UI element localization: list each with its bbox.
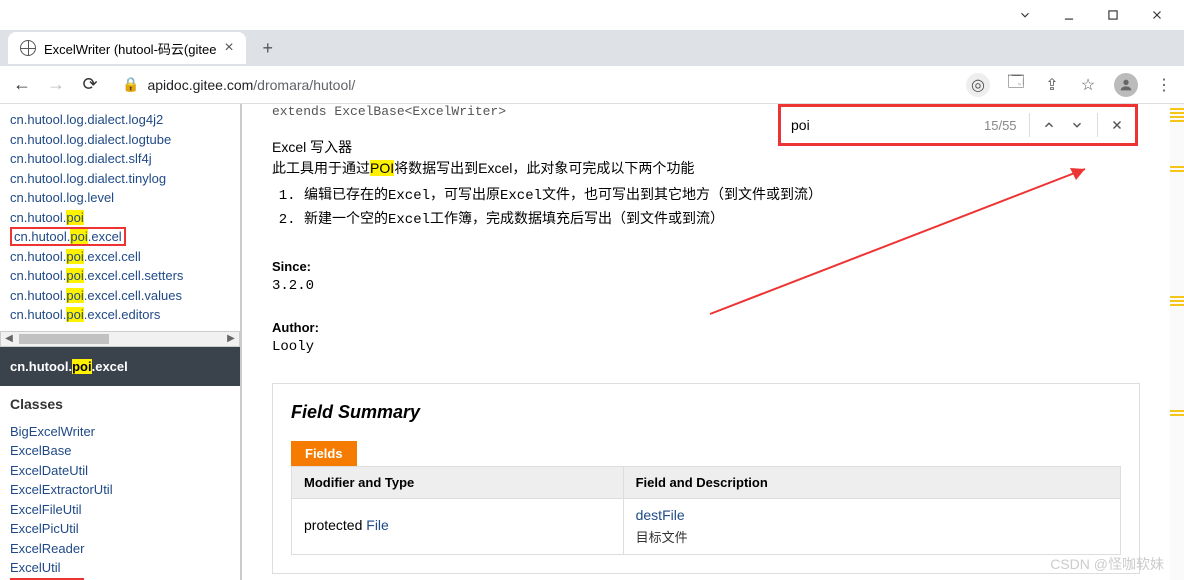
- fields-table: Modifier and Type Field and Description …: [291, 466, 1121, 555]
- package-link[interactable]: cn.hutool.poi.excel.cell.setters: [10, 266, 230, 286]
- package-link[interactable]: cn.hutool.poi.excel: [10, 227, 230, 247]
- url-domain: apidoc.gitee.com: [147, 77, 253, 93]
- col-field-desc: Field and Description: [623, 466, 1120, 498]
- field-link[interactable]: destFile: [636, 507, 685, 523]
- package-link[interactable]: cn.hutool.poi.excel.editors: [10, 305, 230, 325]
- find-close-button[interactable]: [1109, 116, 1125, 134]
- browser-tab[interactable]: ExcelWriter (hutool-码云(gitee ×: [8, 32, 246, 64]
- find-input[interactable]: [791, 117, 972, 133]
- class-link[interactable]: BigExcelWriter: [10, 422, 230, 442]
- globe-icon: [20, 40, 36, 56]
- lock-icon: 🔒: [122, 76, 139, 93]
- package-list: cn.hutool.log.dialect.log4j2cn.hutool.lo…: [0, 104, 240, 331]
- package-link[interactable]: cn.hutool.poi.excel.cell.values: [10, 286, 230, 306]
- class-link[interactable]: ExcelFileUtil: [10, 500, 230, 520]
- tab-title: ExcelWriter (hutool-码云(gitee: [44, 39, 216, 58]
- minimize-icon[interactable]: [1062, 8, 1076, 22]
- col-modifier: Modifier and Type: [292, 466, 624, 498]
- find-in-page-bar: 15/55: [778, 104, 1138, 146]
- package-link[interactable]: cn.hutool.log.dialect.logtube: [10, 130, 230, 150]
- main-content: extends ExcelBase<ExcelWriter> Excel 写入器…: [240, 104, 1170, 580]
- field-summary-title: Field Summary: [291, 402, 1121, 423]
- watermark: CSDN @怪咖软妹: [1050, 554, 1164, 574]
- find-prev-button[interactable]: [1041, 116, 1057, 134]
- package-link[interactable]: cn.hutool.log.dialect.log4j2: [10, 110, 230, 130]
- class-link[interactable]: ExcelPicUtil: [10, 519, 230, 539]
- field-summary: Field Summary Fields Modifier and Type F…: [272, 383, 1140, 574]
- class-link[interactable]: ExcelExtractorUtil: [10, 480, 230, 500]
- find-next-button[interactable]: [1069, 116, 1085, 134]
- feature-list: 编辑已存在的Excel，可写出原Excel文件，也可写出到其它地方（到文件或到流…: [304, 185, 1140, 233]
- tab-close-icon[interactable]: ×: [224, 39, 233, 57]
- table-row: protected File destFile 目标文件: [292, 498, 1121, 554]
- class-link[interactable]: ExcelDateUtil: [10, 461, 230, 481]
- bookmark-icon[interactable]: ☆: [1078, 75, 1098, 95]
- horizontal-scrollbar[interactable]: ◀▶: [0, 331, 240, 347]
- package-link[interactable]: cn.hutool.log.dialect.slf4j: [10, 149, 230, 169]
- author-label: Author:: [272, 320, 1140, 335]
- field-desc: 目标文件: [636, 527, 1108, 546]
- since-value: 3.2.0: [272, 278, 1140, 294]
- current-package-header: cn.hutool.poi.excel: [0, 347, 240, 386]
- close-window-icon[interactable]: [1150, 8, 1164, 22]
- url-bar[interactable]: 🔒 apidoc.gitee.com/dromara/hutool/: [112, 76, 956, 93]
- scrollbar-minimap[interactable]: [1170, 104, 1184, 580]
- type-link[interactable]: File: [366, 517, 389, 533]
- menu-icon[interactable]: ⋮: [1154, 75, 1174, 95]
- tab-bar: ExcelWriter (hutool-码云(gitee × +: [0, 30, 1184, 66]
- list-item: 新建一个空的Excel工作簿，完成数据填充后写出（到文件或到流）: [304, 209, 1140, 233]
- author-value: Looly: [272, 339, 1140, 355]
- package-link[interactable]: cn.hutool.poi: [10, 208, 230, 228]
- package-link[interactable]: cn.hutool.poi.excel.cell: [10, 247, 230, 267]
- address-bar: ← → ⟳ 🔒 apidoc.gitee.com/dromara/hutool/…: [0, 66, 1184, 104]
- chevron-down-icon[interactable]: [1018, 8, 1032, 22]
- forward-button[interactable]: →: [44, 73, 68, 97]
- maximize-icon[interactable]: [1106, 8, 1120, 22]
- reload-button[interactable]: ⟳: [78, 73, 102, 97]
- class-link[interactable]: ExcelReader: [10, 539, 230, 559]
- package-link[interactable]: cn.hutool.log.level: [10, 188, 230, 208]
- classes-panel: Classes BigExcelWriterExcelBaseExcelDate…: [0, 386, 240, 580]
- since-label: Since:: [272, 259, 1140, 274]
- translate-icon[interactable]: 🗔: [1006, 75, 1026, 95]
- back-button[interactable]: ←: [10, 73, 34, 97]
- list-item: 编辑已存在的Excel，可写出原Excel文件，也可写出到其它地方（到文件或到流…: [304, 185, 1140, 209]
- url-path: /dromara/hutool/: [253, 77, 355, 93]
- new-tab-button[interactable]: +: [254, 34, 282, 62]
- fields-badge: Fields: [291, 441, 357, 466]
- profile-avatar[interactable]: [1114, 73, 1138, 97]
- lens-icon[interactable]: ◎: [966, 73, 990, 97]
- find-counter: 15/55: [984, 118, 1017, 133]
- share-icon[interactable]: ⇪: [1042, 75, 1062, 95]
- class-desc-text: 此工具用于通过POI将数据写出到Excel，此对象可完成以下两个功能: [272, 157, 1140, 179]
- classes-heading: Classes: [10, 396, 230, 412]
- package-link[interactable]: cn.hutool.log.dialect.tinylog: [10, 169, 230, 189]
- class-link[interactable]: ExcelBase: [10, 441, 230, 461]
- class-link[interactable]: ExcelUtil: [10, 558, 230, 578]
